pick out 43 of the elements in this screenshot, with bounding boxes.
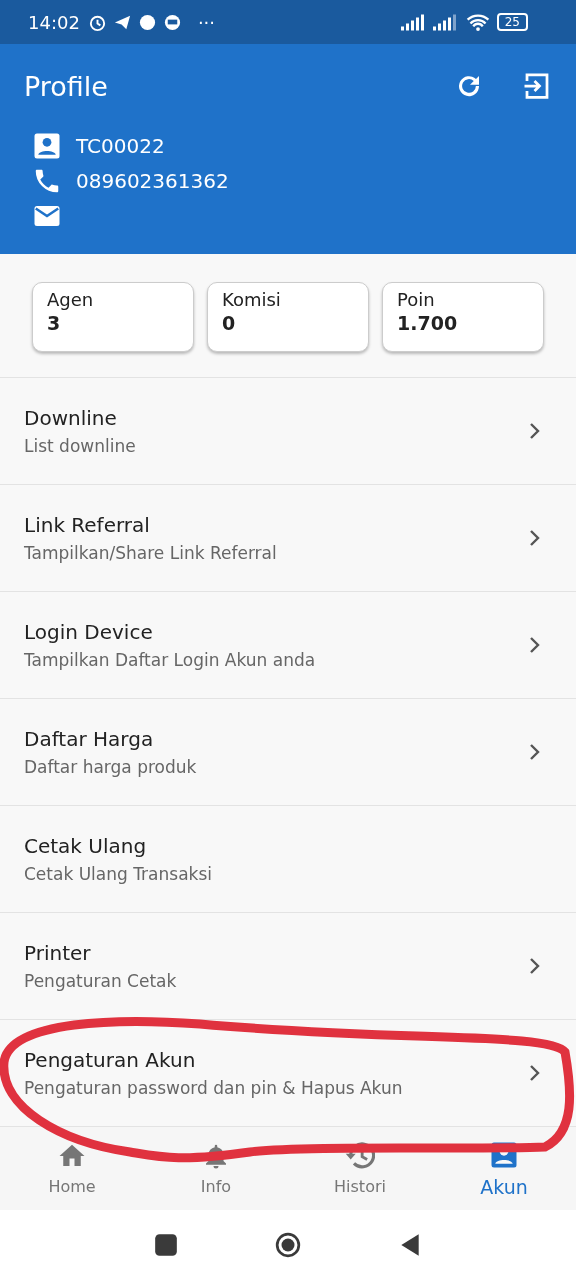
menu-item[interactable]: Downline List downline <box>0 378 576 485</box>
menu-subtitle: Pengaturan password dan pin & Hapus Akun <box>24 1078 404 1098</box>
stat-label: Komisi <box>222 289 282 310</box>
battery-indicator: 25 <box>496 13 528 31</box>
dot-icon <box>137 12 157 32</box>
stat-label: Agen <box>47 289 95 310</box>
stat-label: Poin <box>397 289 436 310</box>
history-icon <box>345 1141 375 1171</box>
menu-title: Link Referral <box>24 513 151 537</box>
wifi-icon <box>464 13 491 31</box>
menu-title: Pengaturan Akun <box>24 1048 197 1072</box>
menu-title: Login Device <box>24 620 154 644</box>
menu-item[interactable]: Login Device Tampilkan Daftar Login Akun anda <box>0 592 576 699</box>
menu-subtitle: List downline <box>24 436 137 456</box>
more-notifications: ··· <box>197 11 216 33</box>
menu-item[interactable]: Link Referral Tampilkan/Share Link Referral <box>0 485 576 592</box>
menu-title: Cetak Ulang <box>24 834 148 858</box>
menu-title: Printer <box>24 941 92 965</box>
stat-value: 1.700 <box>397 312 459 334</box>
menu-title: Daftar Harga <box>24 727 155 751</box>
menu-subtitle: Pengaturan Cetak <box>24 971 178 991</box>
menu-item[interactable]: Cetak Ulang Cetak Ulang Transaksi <box>0 806 576 913</box>
page-title: Profile <box>24 70 109 102</box>
nav-tab[interactable]: Histori <box>288 1141 432 1196</box>
user-id: TC00022 <box>76 133 165 158</box>
signal-icon <box>400 13 427 31</box>
menu-title: Downline <box>24 406 118 430</box>
menu-item[interactable]: Printer Pengaturan Cetak <box>0 913 576 1020</box>
nav-tab[interactable]: Home <box>0 1141 144 1196</box>
home-button[interactable] <box>275 1232 301 1258</box>
menu-subtitle: Tampilkan/Share Link Referral <box>24 543 278 563</box>
menu-item[interactable]: Daftar Harga Daftar harga produk <box>0 699 576 806</box>
nav-tab[interactable]: Info <box>144 1141 288 1196</box>
signal-icon <box>432 13 459 31</box>
status-time: 14:02 <box>28 11 80 33</box>
menu-subtitle: Daftar harga produk <box>24 757 198 777</box>
stat-value: 0 <box>222 312 237 334</box>
nav-tab[interactable]: Akun <box>432 1139 576 1198</box>
menu-subtitle: Tampilkan Daftar Login Akun anda <box>24 650 317 670</box>
recents-button[interactable] <box>153 1232 179 1258</box>
menu-subtitle: Cetak Ulang Transaksi <box>24 864 213 884</box>
stat-value: 3 <box>47 312 62 334</box>
phone-number: 089602361362 <box>76 168 229 193</box>
